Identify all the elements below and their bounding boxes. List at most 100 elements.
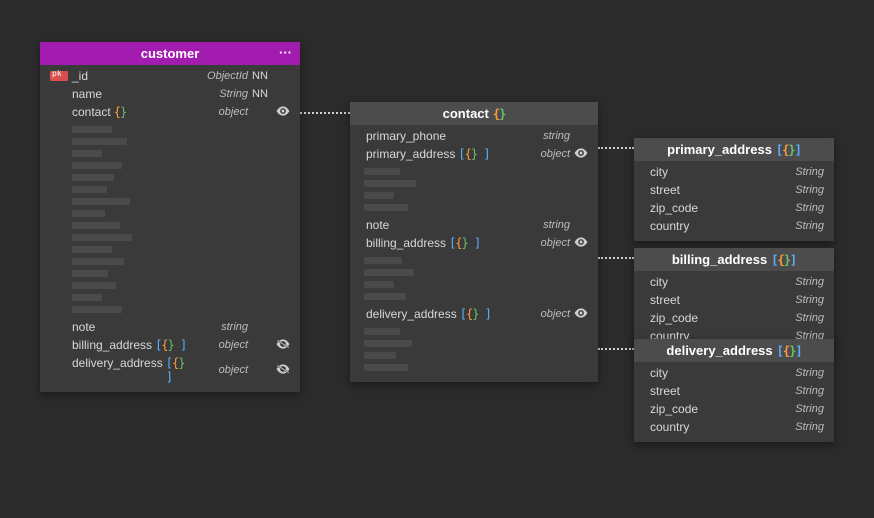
entity-contact[interactable]: contact {} primary_phone string primary_… <box>350 102 598 382</box>
field-type: String <box>774 184 824 196</box>
eye-icon[interactable] <box>570 236 588 250</box>
eye-icon[interactable] <box>570 147 588 161</box>
field-row[interactable]: contact {} object <box>40 103 300 121</box>
entity-billing-address-header[interactable]: billing_address [{}] <box>634 248 834 271</box>
field-nn: NN <box>248 88 272 100</box>
field-row[interactable]: delivery_address[{} ] object <box>350 305 598 323</box>
more-icon[interactable]: ··· <box>279 45 292 60</box>
field-row[interactable]: zip_codeString <box>634 309 834 327</box>
field-row[interactable]: zip_codeString <box>634 400 834 418</box>
skeleton-row <box>72 162 122 169</box>
eye-icon[interactable] <box>272 105 290 119</box>
field-row[interactable]: cityString <box>634 273 834 291</box>
skeleton-row <box>72 306 122 313</box>
field-name: zip_code <box>644 402 774 416</box>
field-row[interactable]: zip_codeString <box>634 199 834 217</box>
skeleton-row <box>72 198 130 205</box>
entity-contact-header[interactable]: contact {} <box>350 102 598 125</box>
entity-billing-address[interactable]: billing_address [{}] cityString streetSt… <box>634 248 834 351</box>
field-row[interactable]: billing_address[{} ] object <box>350 234 598 252</box>
field-type: object <box>196 339 248 351</box>
field-type: object <box>520 237 570 249</box>
field-name: billing_address[{} ] <box>72 338 196 352</box>
skeleton-row <box>72 222 120 229</box>
skeleton-row <box>364 269 414 276</box>
entity-primary-address[interactable]: primary_address [{}] cityString streetSt… <box>634 138 834 241</box>
field-row[interactable]: streetString <box>634 181 834 199</box>
skeleton-row <box>72 246 112 253</box>
field-name: country <box>644 420 774 434</box>
connector-contact-delivery <box>598 348 634 350</box>
field-row[interactable]: note string <box>350 216 598 234</box>
field-row[interactable]: name String NN <box>40 85 300 103</box>
skeleton-row <box>364 204 408 211</box>
skeleton-row <box>364 328 400 335</box>
field-name: note <box>72 320 196 334</box>
skeleton-row <box>364 180 416 187</box>
entity-customer-title: customer <box>141 46 200 61</box>
field-name: zip_code <box>644 201 774 215</box>
field-type: string <box>196 321 248 333</box>
entity-delivery-address[interactable]: delivery_address [{}] cityString streetS… <box>634 339 834 442</box>
entity-primary-address-header[interactable]: primary_address [{}] <box>634 138 834 161</box>
skeleton-row <box>72 234 132 241</box>
field-type: String <box>774 403 824 415</box>
field-type: String <box>774 312 824 324</box>
skeleton-row <box>364 168 400 175</box>
field-row[interactable]: primary_phone string <box>350 127 598 145</box>
entity-delivery-address-header[interactable]: delivery_address [{}] <box>634 339 834 362</box>
skeleton-row <box>72 270 108 277</box>
field-row[interactable]: countryString <box>634 418 834 436</box>
eye-off-icon[interactable] <box>272 338 290 352</box>
field-type: String <box>774 294 824 306</box>
field-name: name <box>72 87 196 101</box>
field-type: String <box>774 385 824 397</box>
skeleton-row <box>72 258 124 265</box>
field-name: zip_code <box>644 311 774 325</box>
field-name: delivery_address[{} ] <box>72 356 196 384</box>
connector-customer-contact <box>300 112 350 114</box>
field-name: city <box>644 165 774 179</box>
entity-billing-address-title: billing_address <box>672 252 767 267</box>
field-name: delivery_address[{} ] <box>360 307 520 321</box>
field-row[interactable]: primary_address[{} ] object <box>350 145 598 163</box>
skeleton-row <box>364 352 396 359</box>
entity-contact-body: primary_phone string primary_address[{} … <box>350 125 598 382</box>
connector-contact-billing <box>598 257 634 259</box>
skeleton-row <box>72 150 102 157</box>
eye-icon[interactable] <box>570 307 588 321</box>
field-type: string <box>520 219 570 231</box>
skeleton-row <box>72 126 112 133</box>
entity-customer-header[interactable]: customer ··· <box>40 42 300 65</box>
field-row[interactable]: delivery_address[{} ] object <box>40 354 300 386</box>
field-row[interactable]: streetString <box>634 291 834 309</box>
field-row[interactable]: note string <box>40 318 300 336</box>
field-name: primary_address[{} ] <box>360 147 520 161</box>
field-row[interactable]: streetString <box>634 382 834 400</box>
field-type: String <box>774 276 824 288</box>
field-row[interactable]: cityString <box>634 163 834 181</box>
field-type: String <box>774 367 824 379</box>
entity-customer-body: _id ObjectId NN name String NN contact {… <box>40 65 300 392</box>
skeleton-row <box>72 282 116 289</box>
skeleton-row <box>364 293 406 300</box>
field-row[interactable]: billing_address[{} ] object <box>40 336 300 354</box>
skeleton-row <box>364 364 408 371</box>
field-row[interactable]: cityString <box>634 364 834 382</box>
field-name: city <box>644 366 774 380</box>
field-row[interactable]: _id ObjectId NN <box>40 67 300 85</box>
field-type: String <box>774 220 824 232</box>
entity-delivery-address-title: delivery_address <box>666 343 772 358</box>
skeleton-row <box>72 174 114 181</box>
field-type: object <box>196 106 248 118</box>
field-name: street <box>644 183 774 197</box>
entity-customer[interactable]: customer ··· _id ObjectId NN name String… <box>40 42 300 392</box>
skeleton-row <box>72 210 105 217</box>
field-type: String <box>774 166 824 178</box>
skeleton-row <box>364 281 394 288</box>
field-name: billing_address[{} ] <box>360 236 520 250</box>
field-nn: NN <box>248 70 272 82</box>
eye-off-icon[interactable] <box>272 363 290 377</box>
field-name: primary_phone <box>360 129 520 143</box>
field-row[interactable]: countryString <box>634 217 834 235</box>
